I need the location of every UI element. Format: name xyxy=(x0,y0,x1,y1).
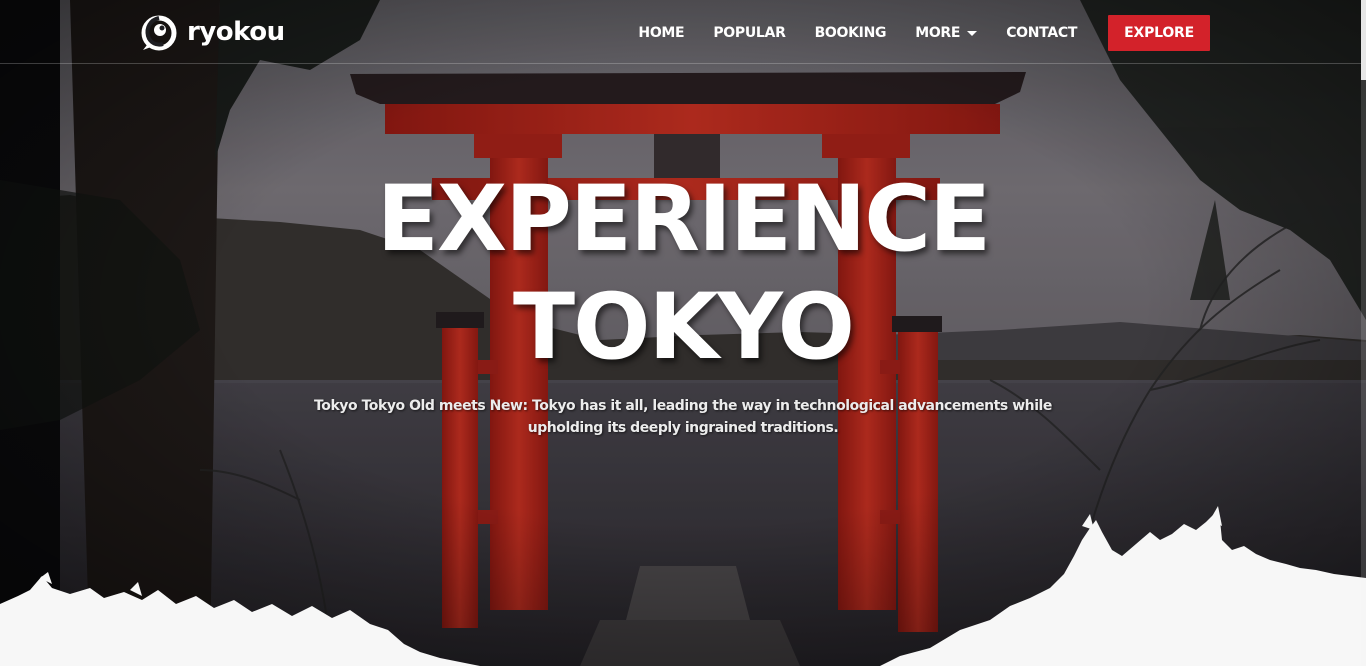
swirl-logo-icon xyxy=(141,15,177,51)
top-navbar: ryokou HOME POPULAR BOOKING MORE CONTACT… xyxy=(0,0,1366,64)
caret-down-icon xyxy=(967,31,978,36)
hero-title: EXPERIENCE TOKYO xyxy=(0,166,1366,382)
nav-booking[interactable]: BOOKING xyxy=(815,25,887,41)
page-scrollbar[interactable] xyxy=(1361,0,1366,666)
hero-section: ryokou HOME POPULAR BOOKING MORE CONTACT… xyxy=(0,0,1366,666)
nav-popular[interactable]: POPULAR xyxy=(713,25,786,41)
nav-more-label: MORE xyxy=(915,25,961,41)
scrollbar-thumb[interactable] xyxy=(1361,0,1366,80)
explore-button[interactable]: EXPLORE xyxy=(1108,15,1210,51)
nav-more-dropdown[interactable]: MORE xyxy=(915,25,978,41)
brand-logo-link[interactable]: ryokou xyxy=(141,14,285,52)
nav-menu: HOME POPULAR BOOKING MORE CONTACT EXPLOR… xyxy=(638,15,1210,51)
nav-contact[interactable]: CONTACT xyxy=(1006,25,1077,41)
hero-title-line1: EXPERIENCE xyxy=(376,167,991,272)
brand-name: ryokou xyxy=(187,17,285,47)
hero-subtitle: Tokyo Tokyo Old meets New: Tokyo has it … xyxy=(314,398,1052,436)
hero-title-line2: TOKYO xyxy=(513,275,855,380)
nav-home[interactable]: HOME xyxy=(638,25,684,41)
